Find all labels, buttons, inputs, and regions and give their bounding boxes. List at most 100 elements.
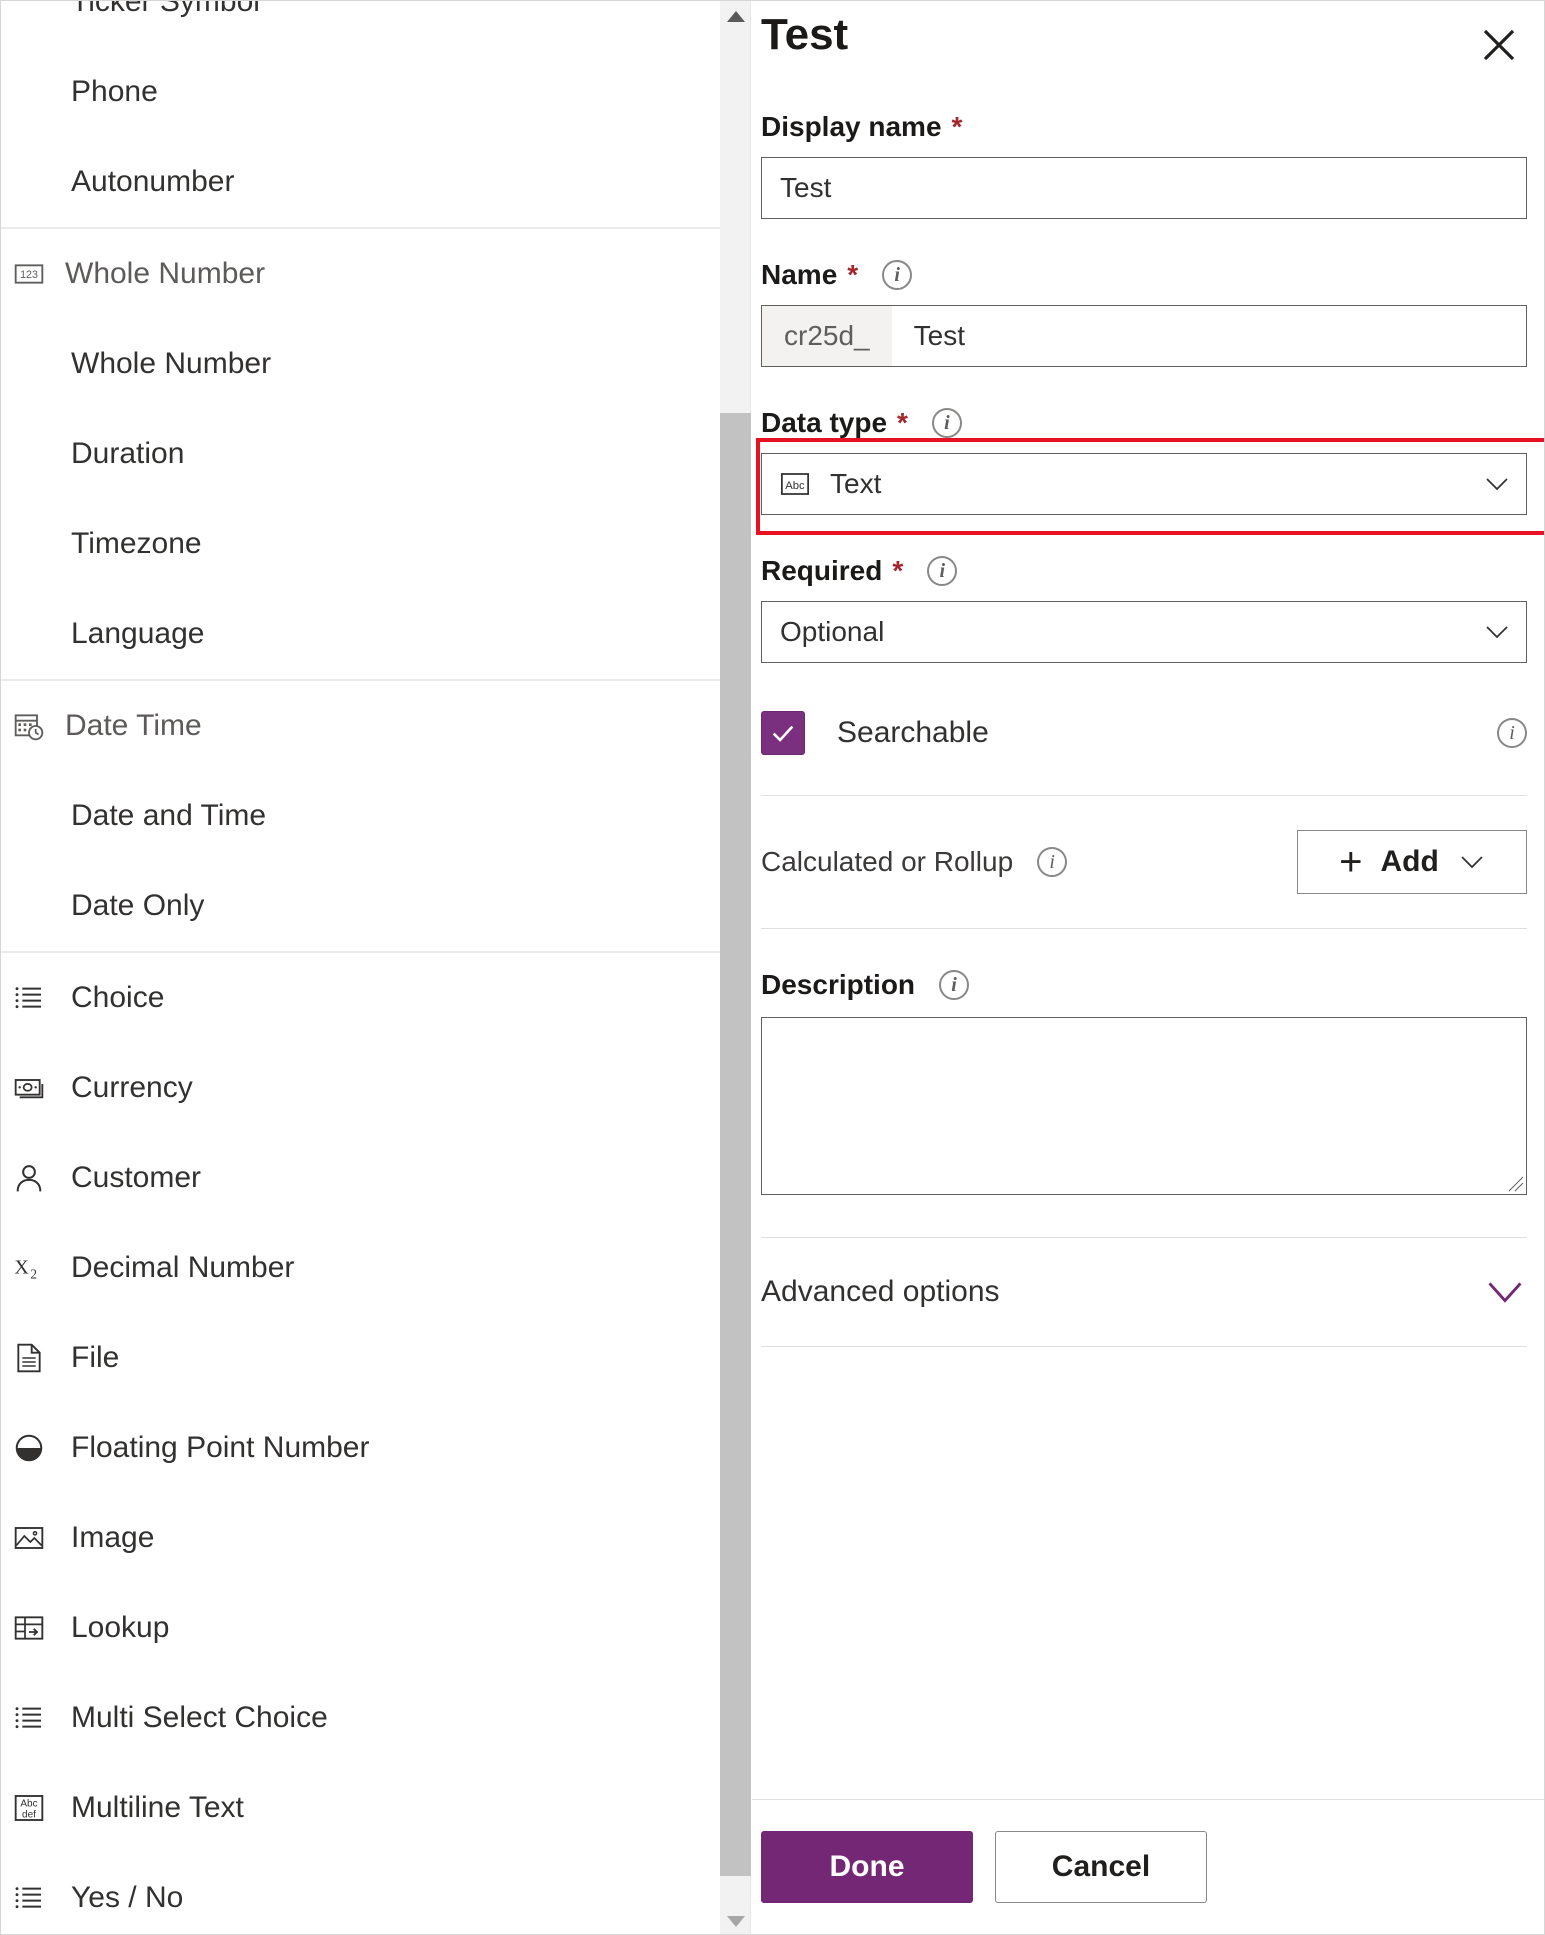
name-input[interactable]: cr25d_ Test xyxy=(761,305,1527,367)
required-marker: * xyxy=(897,407,908,438)
required-marker: * xyxy=(892,555,904,586)
list-group-date-time: Date Time Date and Time Date Only xyxy=(1,681,720,953)
scrollbar-thumb[interactable] xyxy=(720,413,751,1876)
plus-icon: + xyxy=(1339,840,1363,884)
svg-text:123: 123 xyxy=(20,269,38,281)
abc-box-icon: Abc xyxy=(780,471,810,497)
list-group-header-date-time[interactable]: Date Time xyxy=(1,681,720,771)
list-item-label: Floating Point Number xyxy=(71,1431,370,1464)
chevron-down-icon xyxy=(1461,856,1483,869)
searchable-row: Searchable i xyxy=(761,711,1527,755)
name-label: Name * i xyxy=(761,259,1527,291)
required-label-text: Required xyxy=(761,555,883,586)
list-item-label: Timezone xyxy=(71,527,202,560)
list-item-date-only[interactable]: Date Only xyxy=(1,861,720,951)
list-group-header-label: Date Time xyxy=(65,709,202,742)
description-label-text: Description xyxy=(761,969,916,1000)
scrollbar-up-button[interactable] xyxy=(720,1,751,31)
list-icon xyxy=(13,1882,51,1914)
display-name-label-text: Display name xyxy=(761,111,942,142)
list-item-label: Lookup xyxy=(71,1611,170,1644)
info-icon[interactable]: i xyxy=(1037,847,1068,877)
list-item-language[interactable]: Language xyxy=(1,589,720,679)
done-button[interactable]: Done xyxy=(761,1831,973,1903)
required-label: Required * i xyxy=(761,555,1527,587)
panel-footer: Done Cancel xyxy=(752,1799,1544,1934)
close-button[interactable] xyxy=(1473,19,1525,71)
required-dropdown[interactable]: Optional xyxy=(761,601,1527,663)
list-item-image[interactable]: Image xyxy=(1,1493,720,1583)
info-icon[interactable]: i xyxy=(939,970,970,1000)
add-button-label: Add xyxy=(1380,845,1439,878)
list-item-lookup[interactable]: Lookup xyxy=(1,1583,720,1673)
display-name-input[interactable]: Test xyxy=(761,157,1527,219)
abc-def-box-icon: Abc def xyxy=(13,1792,51,1824)
calculated-or-rollup-label-group: Calculated or Rollup i xyxy=(761,846,1068,878)
list-item-date-and-time[interactable]: Date and Time xyxy=(1,771,720,861)
resize-grip-icon[interactable] xyxy=(1508,1176,1524,1192)
list-item[interactable]: Ticker Symbol xyxy=(1,1,260,47)
x-subscript-2-icon: X 2 xyxy=(13,1252,51,1284)
description-value xyxy=(762,1018,1526,1038)
list-item-label: Date and Time xyxy=(71,799,267,832)
panel-header: Test xyxy=(761,1,1527,71)
list-item-label: Autonumber xyxy=(71,165,235,198)
list-item-yes-no[interactable]: Yes / No xyxy=(1,1853,720,1934)
info-icon[interactable]: i xyxy=(882,260,913,290)
scrollbar-down-button[interactable] xyxy=(720,1906,751,1934)
list-item-customer[interactable]: Customer xyxy=(1,1133,720,1223)
list-item-autonumber[interactable]: Autonumber xyxy=(1,137,720,227)
list-item-label: Whole Number xyxy=(71,347,272,380)
list-item-label: Multiline Text xyxy=(71,1791,244,1824)
divider xyxy=(761,1346,1527,1347)
caret-down-icon xyxy=(726,1915,745,1927)
list-item-label: Language xyxy=(71,617,205,650)
close-icon xyxy=(1483,29,1515,61)
list-item-multiline-text[interactable]: Abc def Multiline Text xyxy=(1,1763,720,1853)
svg-text:X: X xyxy=(14,1256,29,1278)
display-name-value: Test xyxy=(780,172,832,203)
data-type-dropdown[interactable]: Abc Text xyxy=(761,453,1527,515)
list-group-other-types: Choice Currency Customer X 2 Decimal Num… xyxy=(1,953,720,1934)
required-marker: * xyxy=(951,111,963,142)
list-item-decimal-number[interactable]: X 2 Decimal Number xyxy=(1,1223,720,1313)
list-item-duration[interactable]: Duration xyxy=(1,409,720,499)
list-item-currency[interactable]: Currency xyxy=(1,1043,720,1133)
list-item-whole-number[interactable]: Whole Number xyxy=(1,319,720,409)
searchable-checkbox[interactable] xyxy=(761,711,805,755)
cancel-button[interactable]: Cancel xyxy=(995,1831,1207,1903)
lookup-table-icon xyxy=(13,1612,51,1644)
data-type-value: Text xyxy=(830,468,882,499)
banknote-icon xyxy=(13,1072,51,1104)
half-filled-circle-icon xyxy=(13,1432,51,1464)
searchable-label: Searchable xyxy=(837,716,989,749)
list-item-label: Phone xyxy=(71,75,158,108)
svg-text:def: def xyxy=(22,1809,36,1820)
name-prefix: cr25d_ xyxy=(762,306,892,366)
list-item-label: Duration xyxy=(71,437,185,470)
list-item-phone[interactable]: Phone xyxy=(1,47,720,137)
info-icon[interactable]: i xyxy=(927,556,958,586)
required-marker: * xyxy=(847,259,859,290)
description-textarea[interactable] xyxy=(761,1017,1527,1195)
list-item-multi-select-choice[interactable]: Multi Select Choice xyxy=(1,1673,720,1763)
name-label-text: Name xyxy=(761,259,838,290)
list-group-header-whole-number[interactable]: 123 Whole Number xyxy=(1,229,720,319)
list-item-label: Customer xyxy=(71,1161,202,1194)
list-item-floating-point-number[interactable]: Floating Point Number xyxy=(1,1403,720,1493)
list-item-choice[interactable]: Choice xyxy=(1,953,720,1043)
name-value: Test xyxy=(913,320,965,351)
app-root: Ticker Symbol Phone Autonumber 123 Whole… xyxy=(0,0,1545,1935)
list-item-label: Decimal Number xyxy=(71,1251,295,1284)
advanced-options-toggle[interactable]: Advanced options xyxy=(761,1238,1527,1346)
field-properties-panel: Test Display name * Test Name * i cr25d_… xyxy=(752,1,1544,1934)
data-type-label-text: Data type xyxy=(761,407,888,438)
info-icon[interactable]: i xyxy=(1497,718,1527,748)
list-scrollbar[interactable] xyxy=(720,1,751,1934)
list-item-timezone[interactable]: Timezone xyxy=(1,499,720,589)
info-icon[interactable]: i xyxy=(931,408,962,438)
add-button[interactable]: + Add xyxy=(1297,830,1527,894)
svg-text:2: 2 xyxy=(30,1267,37,1282)
list-item-file[interactable]: File xyxy=(1,1313,720,1403)
data-type-field-wrapper: Abc Text xyxy=(756,438,1544,535)
